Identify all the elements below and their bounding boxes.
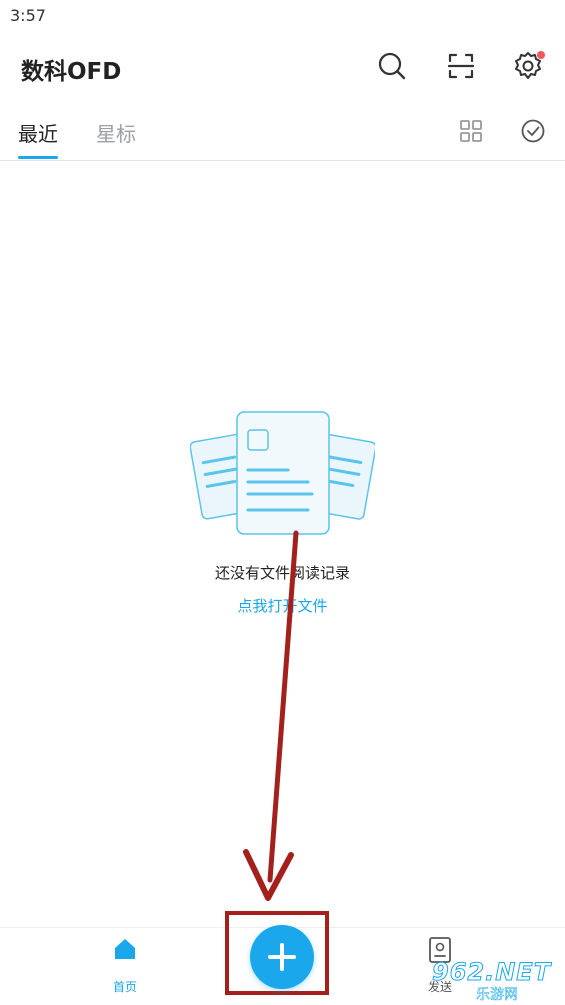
tab-starred[interactable]: 星标: [96, 118, 136, 147]
watermark-number: 962.NET: [431, 958, 552, 987]
grid-view-button[interactable]: [456, 116, 486, 146]
status-time: 3:57: [10, 6, 46, 25]
select-check-icon: [521, 119, 545, 143]
active-tab-indicator: [18, 156, 58, 159]
home-icon: [115, 939, 135, 959]
open-file-link[interactable]: 点我打开文件: [0, 595, 565, 616]
scan-button[interactable]: [444, 49, 478, 83]
nav-home-label: 首页: [112, 980, 137, 994]
select-button[interactable]: [518, 116, 548, 146]
tabs-bar: 最近 星标: [0, 104, 565, 161]
add-file-button[interactable]: [250, 925, 314, 989]
scan-icon: [447, 53, 475, 79]
app-title: 数科OFD: [21, 59, 122, 85]
nav-home[interactable]: 首页: [95, 936, 155, 996]
grid-view-icon: [460, 120, 482, 142]
watermark-site: 乐游网: [476, 987, 519, 1004]
settings-button[interactable]: [511, 49, 545, 83]
watermark-logo: 962.NET 乐游网: [420, 956, 565, 1004]
search-icon: [378, 52, 406, 80]
notification-dot: [537, 51, 545, 59]
app-header: 数科OFD: [0, 34, 565, 104]
tab-recent[interactable]: 最近: [18, 118, 58, 147]
plus-icon: [268, 943, 296, 971]
search-button[interactable]: [375, 49, 409, 83]
empty-state-message: 还没有文件阅读记录: [214, 564, 350, 582]
status-bar: 3:57: [0, 0, 565, 34]
empty-documents-illustration: [189, 408, 377, 538]
